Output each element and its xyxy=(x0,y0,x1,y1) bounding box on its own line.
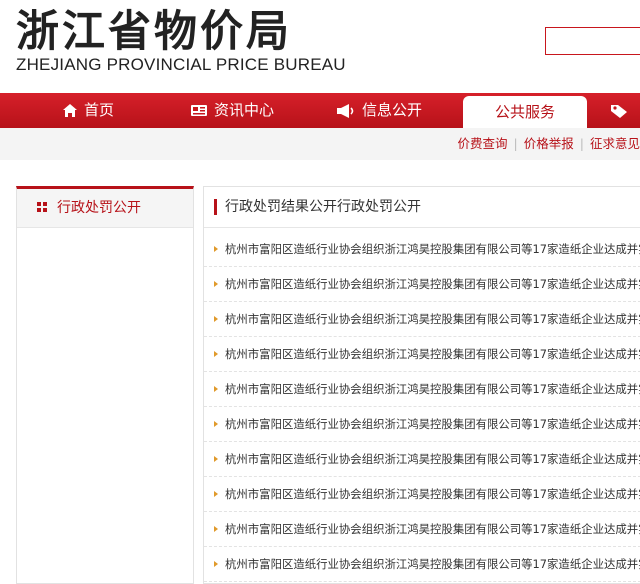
content-header: 行政处罚结果公开行政处罚公开 xyxy=(204,187,640,228)
list-item[interactable]: 杭州市富阳区造纸行业协会组织浙江鸿昊控股集团有限公司等17家造纸企业达成并实施.… xyxy=(204,232,640,267)
list-item-title[interactable]: 杭州市富阳区造纸行业协会组织浙江鸿昊控股集团有限公司等17家造纸企业达成并实施.… xyxy=(225,477,640,511)
nav-label: 信息公开 xyxy=(362,101,423,119)
content-title: 行政处罚结果公开行政处罚公开 xyxy=(225,199,421,215)
megaphone-icon xyxy=(336,103,356,119)
sub-link-price-report[interactable]: 价格举报 xyxy=(524,136,574,151)
search-input[interactable] xyxy=(545,27,640,55)
nav-item-home[interactable]: 首页 xyxy=(62,93,114,128)
list-item-title[interactable]: 杭州市富阳区造纸行业协会组织浙江鸿昊控股集团有限公司等17家造纸企业达成并实施.… xyxy=(225,267,640,301)
nav-label: 资讯中心 xyxy=(214,101,275,119)
list-item[interactable]: 杭州市富阳区造纸行业协会组织浙江鸿昊控股集团有限公司等17家造纸企业达成并实施.… xyxy=(204,372,640,407)
bullet-icon xyxy=(214,386,218,392)
list-item-title[interactable]: 杭州市富阳区造纸行业协会组织浙江鸿昊控股集团有限公司等17家造纸企业达成并实施.… xyxy=(225,232,640,266)
site-logo-subtitle: ZHEJIANG PROVINCIAL PRICE BUREAU xyxy=(16,55,346,74)
list-item-title[interactable]: 杭州市富阳区造纸行业协会组织浙江鸿昊控股集团有限公司等17家造纸企业达成并实施.… xyxy=(225,547,640,581)
list-item[interactable]: 杭州市富阳区造纸行业协会组织浙江鸿昊控股集团有限公司等17家造纸企业达成并实施.… xyxy=(204,547,640,582)
title-accent-bar xyxy=(214,199,217,215)
list-item[interactable]: 杭州市富阳区造纸行业协会组织浙江鸿昊控股集团有限公司等17家造纸企业达成并实施.… xyxy=(204,302,640,337)
list-item[interactable]: 杭州市富阳区造纸行业协会组织浙江鸿昊控股集团有限公司等17家造纸企业达成并实施.… xyxy=(204,512,640,547)
nav-item-price-tag[interactable] xyxy=(610,93,628,128)
nav-label: 首页 xyxy=(84,101,115,119)
tag-icon xyxy=(610,103,628,119)
bullet-icon xyxy=(214,456,218,462)
separator: | xyxy=(513,136,518,151)
list-item-title[interactable]: 杭州市富阳区造纸行业协会组织浙江鸿昊控股集团有限公司等17家造纸企业达成并实施.… xyxy=(225,337,640,371)
list-item[interactable]: 杭州市富阳区造纸行业协会组织浙江鸿昊控股集团有限公司等17家造纸企业达成并实施.… xyxy=(204,407,640,442)
site-logo-title[interactable]: 浙江省物价局 xyxy=(16,4,292,60)
list-item-title[interactable]: 杭州市富阳区造纸行业协会组织浙江鸿昊控股集团有限公司等17家造纸企业达成并实施.… xyxy=(225,372,640,406)
sub-link-solicit-opinion[interactable]: 征求意见 xyxy=(590,136,640,151)
content-panel: 行政处罚结果公开行政处罚公开 杭州市富阳区造纸行业协会组织浙江鸿昊控股集团有限公… xyxy=(203,186,640,584)
home-icon xyxy=(62,103,78,118)
sidebar-item-administrative-penalty[interactable]: 行政处罚公开 xyxy=(17,189,193,228)
bullet-icon xyxy=(214,526,218,532)
bullet-icon xyxy=(214,351,218,357)
nav-label: 公共服务 xyxy=(494,103,555,121)
list-item[interactable]: 杭州市富阳区造纸行业协会组织浙江鸿昊控股集团有限公司等17家造纸企业达成并实施.… xyxy=(204,337,640,372)
separator: | xyxy=(579,136,584,151)
bullet-icon xyxy=(214,491,218,497)
list-item-title[interactable]: 杭州市富阳区造纸行业协会组织浙江鸿昊控股集团有限公司等17家造纸企业达成并实施.… xyxy=(225,512,640,546)
sub-link-price-query[interactable]: 价费查询 xyxy=(458,136,508,151)
bullet-icon xyxy=(214,561,218,567)
bullet-icon xyxy=(214,281,218,287)
sub-nav: 价费查询 | 价格举报 | 征求意见 xyxy=(0,128,640,160)
list-item-title[interactable]: 杭州市富阳区造纸行业协会组织浙江鸿昊控股集团有限公司等17家造纸企业达成并实施.… xyxy=(225,407,640,441)
site-header: 浙江省物价局 ZHEJIANG PROVINCIAL PRICE BUREAU xyxy=(0,0,640,92)
nav-item-info-disclosure[interactable]: 信息公开 xyxy=(336,93,422,128)
nav-item-news[interactable]: 资讯中心 xyxy=(190,93,274,128)
grid-icon xyxy=(37,189,47,227)
nav-item-public-service[interactable]: 公共服务 xyxy=(463,96,587,128)
list-item-title[interactable]: 杭州市富阳区造纸行业协会组织浙江鸿昊控股集团有限公司等17家造纸企业达成并实施.… xyxy=(225,442,640,476)
sidebar-item-label: 行政处罚公开 xyxy=(57,200,141,216)
list-item[interactable]: 杭州市富阳区造纸行业协会组织浙江鸿昊控股集团有限公司等17家造纸企业达成并实施.… xyxy=(204,267,640,302)
newspaper-icon xyxy=(190,103,208,118)
sidebar: 行政处罚公开 xyxy=(16,186,194,584)
bullet-icon xyxy=(214,246,218,252)
list-item-title[interactable]: 杭州市富阳区造纸行业协会组织浙江鸿昊控股集团有限公司等17家造纸企业达成并实施.… xyxy=(225,302,640,336)
main-nav: 首页 资讯中心 信息公开 公共服务 xyxy=(0,93,640,128)
sub-nav-links: 价费查询 | 价格举报 | 征求意见 xyxy=(458,128,640,160)
list-item[interactable]: 杭州市富阳区造纸行业协会组织浙江鸿昊控股集团有限公司等17家造纸企业达成并实施.… xyxy=(204,477,640,512)
bullet-icon xyxy=(214,421,218,427)
bullet-icon xyxy=(214,316,218,322)
list-item[interactable]: 杭州市富阳区造纸行业协会组织浙江鸿昊控股集团有限公司等17家造纸企业达成并实施.… xyxy=(204,442,640,477)
